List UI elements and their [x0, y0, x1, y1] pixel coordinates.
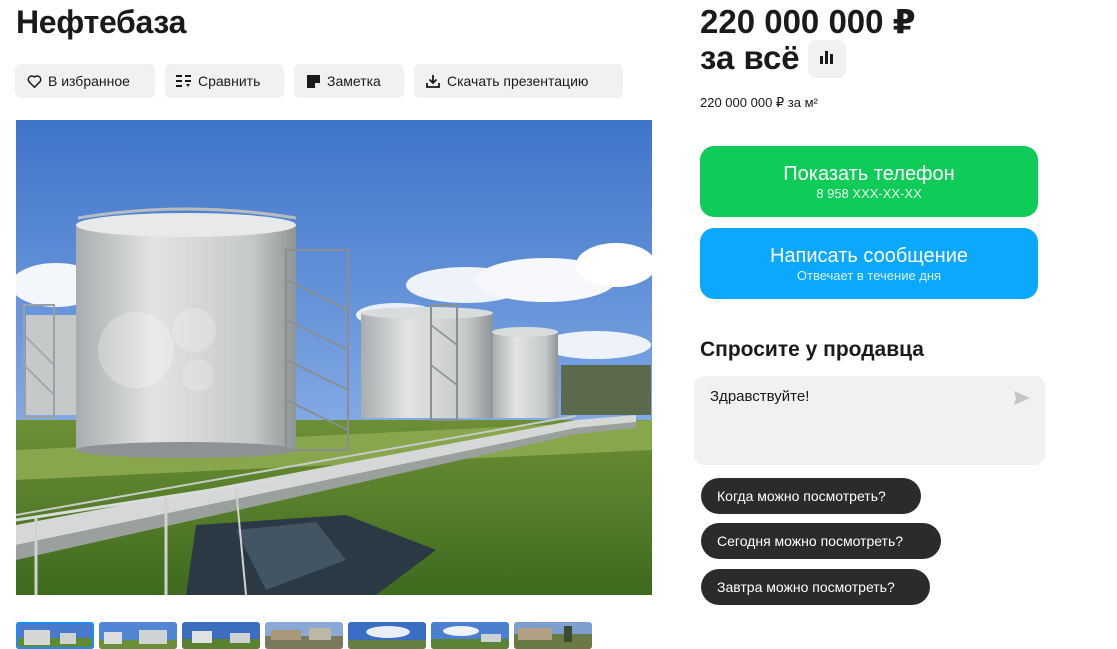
write-message-button[interactable]: Написать сообщение Отвечает в течение дн…: [700, 228, 1038, 299]
ask-seller-title: Спросите у продавца: [700, 338, 924, 361]
ask-seller-message-field[interactable]: Здравствуйте!: [694, 376, 1045, 465]
price-suffix: за всё: [700, 39, 800, 76]
quick-question-chip[interactable]: Когда можно посмотреть?: [701, 478, 921, 514]
compare-button[interactable]: Сравнить: [165, 64, 284, 98]
show-phone-button[interactable]: Показать телефон 8 958 XXX-XX-XX: [700, 146, 1038, 217]
thumbnail[interactable]: [99, 622, 177, 649]
heart-icon: [26, 73, 42, 89]
write-message-label: Написать сообщение: [769, 244, 968, 267]
favorite-label: В избранное: [48, 73, 130, 89]
thumbnail[interactable]: [265, 622, 343, 649]
main-photo[interactable]: [16, 120, 652, 595]
note-icon: [305, 73, 321, 89]
thumbnail[interactable]: [16, 622, 94, 649]
thumbnail[interactable]: [431, 622, 509, 649]
download-icon: [425, 73, 441, 89]
show-phone-label: Показать телефон: [783, 162, 955, 185]
price-per-m2: 220 000 000 ₽ за м²: [700, 95, 818, 110]
action-bar: В избранное Сравнить Заметка Скачать пре…: [15, 64, 623, 98]
quick-question-chip[interactable]: Завтра можно посмотреть?: [701, 569, 930, 605]
thumbnail[interactable]: [182, 622, 260, 649]
compare-icon: [176, 73, 192, 89]
thumbnail[interactable]: [514, 622, 592, 649]
note-button[interactable]: Заметка: [294, 64, 404, 98]
send-icon[interactable]: [1013, 390, 1031, 410]
note-label: Заметка: [327, 73, 381, 89]
price-history-button[interactable]: [808, 40, 846, 78]
price-amount: 220 000 000 ₽: [700, 3, 916, 40]
quick-question-chip[interactable]: Сегодня можно посмотреть?: [701, 523, 941, 559]
download-presentation-button[interactable]: Скачать презентацию: [414, 64, 623, 98]
download-label: Скачать презентацию: [447, 73, 589, 89]
response-time: Отвечает в течение дня: [796, 267, 942, 283]
thumbnail[interactable]: [348, 622, 426, 649]
phone-masked: 8 958 XXX-XX-XX: [816, 185, 922, 201]
bar-chart-icon: [819, 50, 835, 69]
compare-label: Сравнить: [198, 73, 261, 89]
favorite-button[interactable]: В избранное: [15, 64, 155, 98]
message-text: Здравствуйте!: [710, 388, 810, 405]
listing-title: Нефтебаза: [16, 4, 187, 40]
thumbnail-strip: [16, 622, 592, 649]
